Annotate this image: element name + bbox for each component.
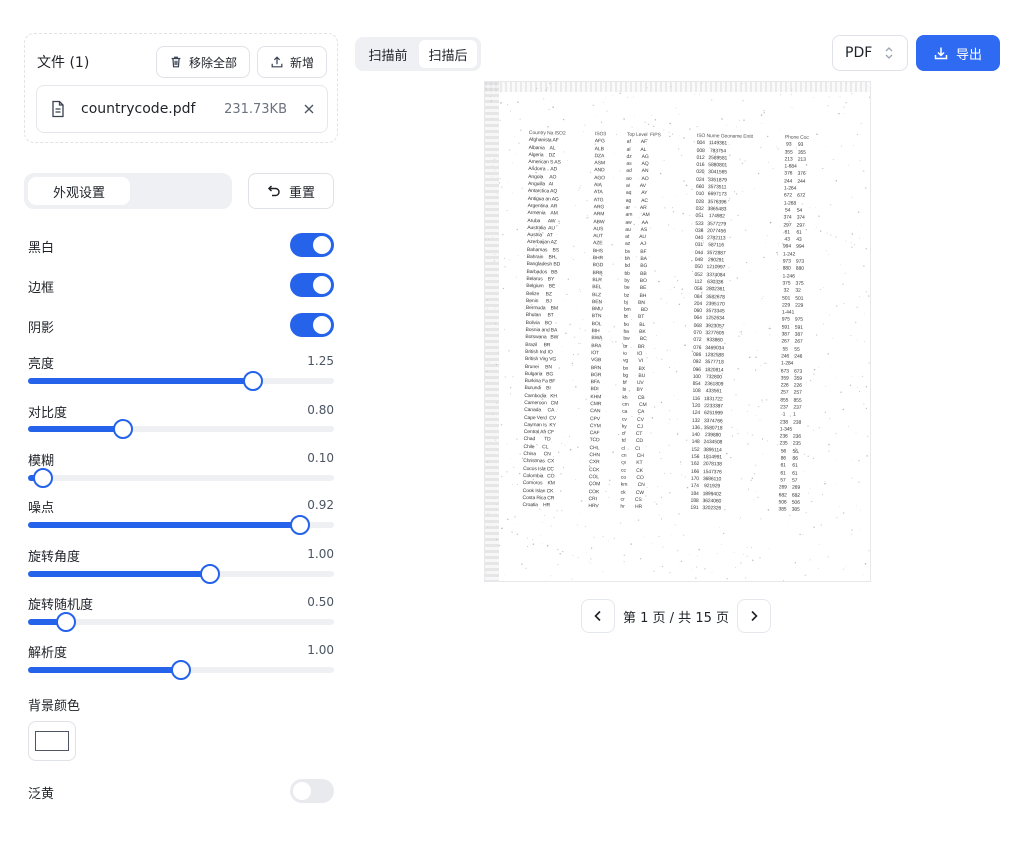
file-size: 231.73KB (224, 101, 287, 117)
slider-fill (28, 378, 253, 384)
close-icon[interactable] (303, 103, 315, 115)
slider-handle[interactable] (33, 468, 54, 488)
chevron-left-icon (594, 610, 601, 622)
bg-color-label: 背景颜色 (28, 699, 81, 714)
reset-button[interactable]: 重置 (248, 173, 334, 209)
bg-color-picker[interactable] (28, 721, 76, 761)
slider-label-rotation-randomness: 旋转随机度 (28, 598, 94, 613)
file-name: countrycode.pdf (81, 101, 196, 117)
file-panel: 文件 (1) 移除全部 新增 countrycode.pdf 231.73KB (24, 33, 338, 143)
scan-view-tabs: 扫描前 扫描后 (355, 37, 481, 71)
scan-text-column: ISO Nume Geoname Entit 004 1149361 008 7… (690, 132, 753, 512)
slider-value-contrast: 0.80 (307, 403, 334, 417)
rotation-slider[interactable] (28, 564, 334, 584)
rotation-randomness-slider[interactable] (28, 612, 334, 632)
yellowing-label: 泛黄 (28, 787, 55, 802)
format-select[interactable]: PDF (832, 35, 908, 71)
scanned-page-preview: Country Na ISO2 Afghanista AF Albania AL… (484, 81, 871, 582)
slider-handle[interactable] (200, 564, 221, 584)
add-file-button[interactable]: 新增 (257, 46, 328, 78)
settings-tab-bar: 外观设置 (24, 173, 232, 209)
slider-fill (28, 667, 181, 673)
color-swatch (35, 731, 69, 751)
contrast-slider[interactable] (28, 419, 334, 439)
slider-value-blur: 0.10 (307, 451, 334, 465)
remove-all-label: 移除全部 (189, 55, 238, 70)
tab-before-scan[interactable]: 扫描前 (359, 40, 417, 68)
slider-handle[interactable] (242, 371, 263, 391)
tab-appearance-settings[interactable]: 外观设置 (28, 177, 130, 205)
slider-label-noise: 噪点 (28, 501, 55, 516)
noise-slider[interactable] (28, 515, 334, 535)
slider-handle[interactable] (171, 660, 191, 680)
slider-label-brightness: 亮度 (28, 357, 55, 372)
chevron-updown-icon (885, 47, 893, 59)
next-page-button[interactable] (737, 599, 771, 633)
download-icon (934, 47, 948, 60)
shadow-toggle[interactable] (290, 313, 334, 337)
scan-edge-left (485, 82, 499, 581)
remove-all-button[interactable]: 移除全部 (156, 46, 251, 78)
slider-handle[interactable] (290, 515, 311, 535)
slider-value-brightness: 1.25 (307, 354, 334, 368)
export-label: 导出 (955, 47, 982, 63)
slider-fill (28, 571, 211, 577)
yellowing-toggle[interactable] (290, 779, 334, 803)
slider-label-contrast: 对比度 (28, 406, 68, 421)
tab-after-scan[interactable]: 扫描后 (419, 40, 477, 68)
blur-slider[interactable] (28, 468, 334, 488)
brightness-slider[interactable] (28, 371, 334, 391)
slider-fill (28, 426, 123, 432)
slider-label-blur: 模糊 (28, 454, 55, 469)
toggle-label-shadow: 阴影 (28, 321, 55, 336)
toggle-knob (313, 236, 331, 254)
slider-label-rotation: 旋转角度 (28, 550, 81, 565)
scan-edge-top (485, 82, 870, 92)
page-indicator: 第 1 页 / 共 15 页 (623, 610, 729, 626)
slider-value-rotation: 1.00 (307, 547, 334, 561)
reset-label: 重置 (288, 185, 315, 201)
document-icon (52, 100, 64, 118)
pagination: 第 1 页 / 共 15 页 (581, 599, 771, 633)
slider-handle[interactable] (112, 419, 133, 439)
toggle-knob (293, 782, 311, 800)
slider-fill (28, 522, 301, 528)
upload-icon (271, 56, 283, 68)
scan-text-column: Top Level FIPS af AF al AL dz AG as AQ a… (620, 131, 661, 511)
toggle-label-border: 边框 (28, 281, 55, 296)
slider-value-resolution: 1.00 (307, 643, 334, 657)
file-count-title: 文件 (1) (37, 55, 90, 71)
grayscale-toggle[interactable] (290, 233, 334, 257)
add-file-label: 新增 (290, 55, 315, 70)
prev-page-button[interactable] (581, 599, 615, 633)
border-toggle[interactable] (290, 273, 334, 297)
chevron-right-icon (751, 610, 758, 622)
toggle-knob (313, 316, 331, 334)
toggle-label-grayscale: 黑白 (28, 241, 55, 256)
slider-value-noise: 0.92 (307, 498, 334, 512)
slider-handle[interactable] (56, 612, 77, 632)
export-button[interactable]: 导出 (916, 35, 1000, 71)
resolution-slider[interactable] (28, 660, 334, 680)
file-list-item[interactable]: countrycode.pdf 231.73KB (36, 85, 328, 133)
slider-label-resolution: 解析度 (28, 646, 68, 661)
scan-text-column: Country Na ISO2 Afghanista AF Albania AL… (522, 130, 566, 509)
slider-value-rotation-randomness: 0.50 (307, 595, 334, 609)
undo-icon (267, 185, 280, 197)
format-value: PDF (845, 45, 873, 61)
toggle-knob (313, 276, 331, 294)
trash-icon (171, 56, 181, 68)
